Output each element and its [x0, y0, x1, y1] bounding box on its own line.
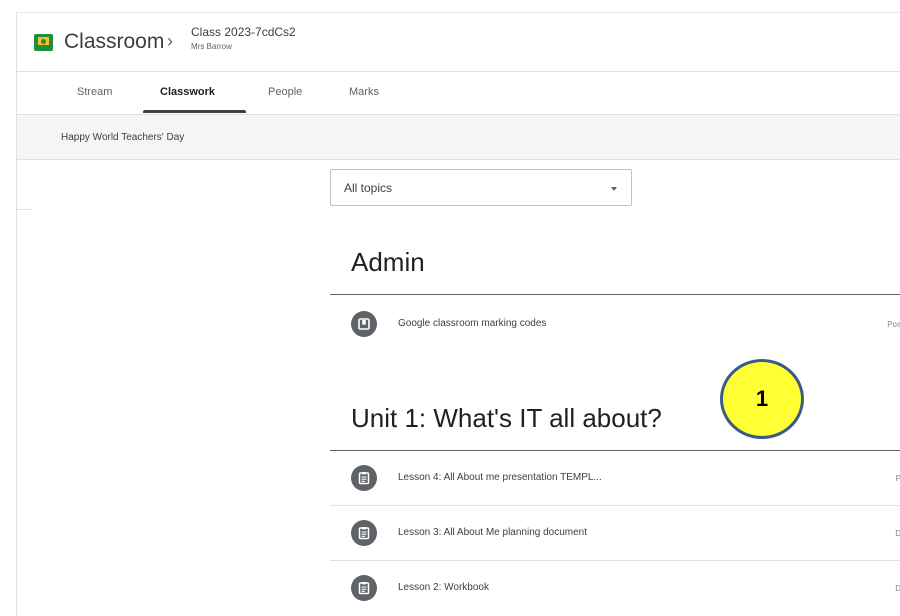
- list-item-meta: D: [895, 584, 900, 593]
- material-icon: [351, 311, 377, 337]
- assignment-icon: [351, 520, 377, 546]
- announcement-banner: Happy World Teachers' Day: [17, 115, 900, 160]
- teacher-name: Mrs Barrow: [191, 42, 232, 51]
- breadcrumb-chevron-icon: ›: [167, 31, 173, 51]
- side-divider: [17, 209, 33, 210]
- list-item-meta: D: [895, 529, 900, 538]
- class-name[interactable]: Class 2023-7cdCs2: [191, 25, 296, 39]
- app-title[interactable]: Classroom: [64, 30, 164, 54]
- list-item-meta: P: [896, 474, 900, 483]
- dropdown-arrow-icon: [611, 187, 617, 191]
- topic-filter-dropdown[interactable]: All topics: [330, 169, 632, 206]
- tab-classwork[interactable]: Classwork: [160, 86, 215, 98]
- list-item-title[interactable]: Lesson 3: All About Me planning document: [398, 527, 587, 538]
- tab-stream[interactable]: Stream: [77, 86, 112, 98]
- classroom-logo-icon[interactable]: [34, 34, 53, 51]
- callout-badge: 1: [720, 359, 804, 439]
- list-item-title[interactable]: Google classroom marking codes: [398, 318, 546, 329]
- list-item-title[interactable]: Lesson 2: Workbook: [398, 582, 489, 593]
- section-divider: [330, 450, 900, 451]
- item-divider: [330, 560, 900, 561]
- announcement-text: Happy World Teachers' Day: [61, 132, 185, 143]
- assignment-icon: [351, 575, 377, 601]
- section-title-unit-1[interactable]: Unit 1: What's IT all about?: [351, 403, 662, 434]
- active-tab-indicator: [143, 110, 246, 113]
- item-divider: [330, 505, 900, 506]
- list-item-meta: Pos: [887, 320, 900, 329]
- assignment-icon: [351, 465, 377, 491]
- top-bar: Classroom › Class 2023-7cdCs2 Mrs Barrow: [17, 13, 900, 72]
- tab-people[interactable]: People: [268, 86, 302, 98]
- classroom-window: Classroom › Class 2023-7cdCs2 Mrs Barrow…: [16, 12, 900, 616]
- section-title-admin[interactable]: Admin: [351, 247, 425, 278]
- list-item-title[interactable]: Lesson 4: All About me presentation TEMP…: [398, 472, 602, 483]
- section-divider: [330, 294, 900, 295]
- topic-filter-value: All topics: [344, 181, 393, 195]
- tab-marks[interactable]: Marks: [349, 86, 379, 98]
- class-tabs: Stream Classwork People Marks: [17, 71, 900, 115]
